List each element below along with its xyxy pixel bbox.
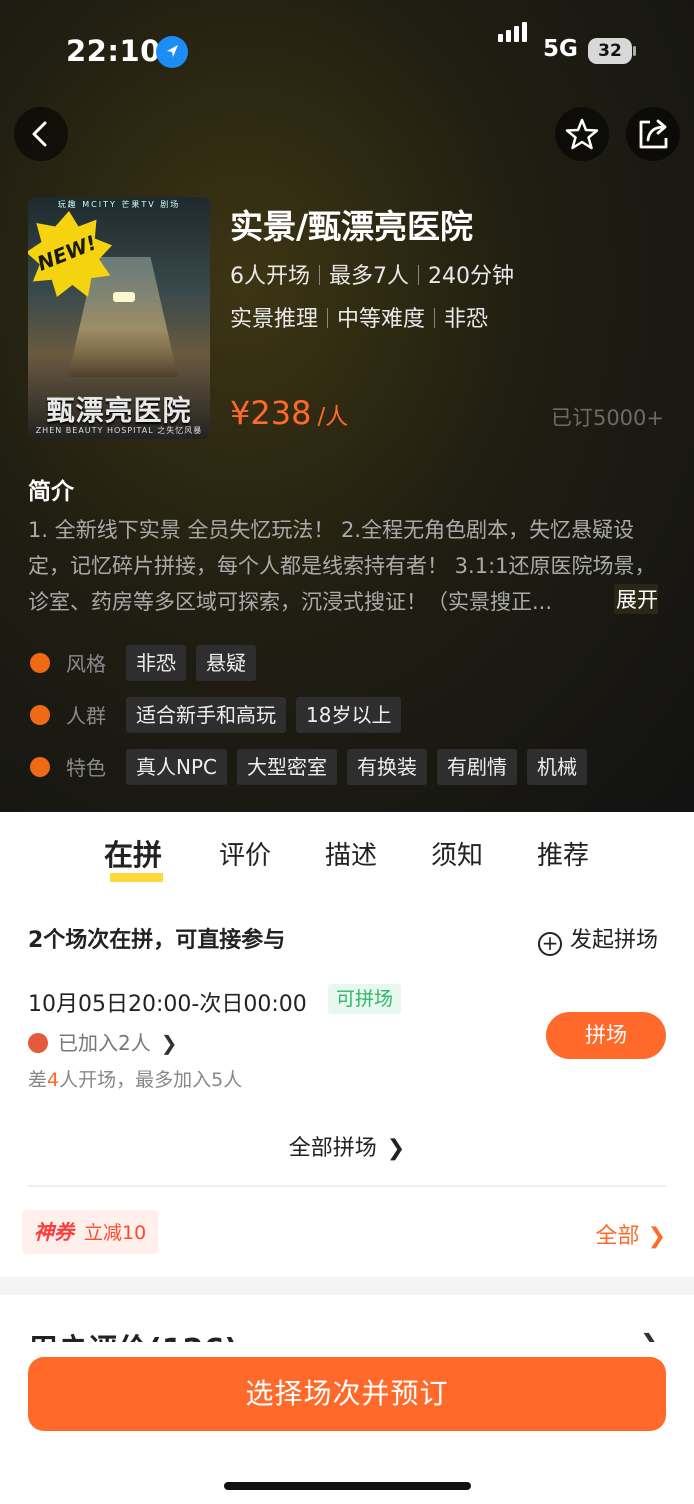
slot-time: 10月05日20:00-次日00:00 bbox=[28, 992, 307, 1017]
tag: 悬疑 bbox=[196, 645, 256, 681]
network-label: 5G bbox=[543, 36, 578, 62]
poster-brand: 玩趣 MCITY 芒果TV 剧场 bbox=[57, 200, 181, 209]
location-arrow-icon bbox=[156, 36, 188, 68]
tab-description[interactable]: 描述 bbox=[325, 835, 377, 872]
tag: 机械 bbox=[527, 749, 587, 785]
start-pin-label: 发起拼场 bbox=[570, 928, 659, 953]
favorite-button[interactable] bbox=[555, 107, 609, 161]
intro-text: 1. 全新线下实景 全员失忆玩法！ 2.全程无角色剧本，失忆悬疑设定，记忆碎片拼… bbox=[28, 518, 656, 614]
book-button[interactable]: 选择场次并预订 bbox=[28, 1357, 666, 1431]
all-pins-link[interactable]: 全部拼场 ❯ bbox=[0, 1130, 694, 1162]
tag: 真人NPC bbox=[126, 749, 227, 785]
tab-pin[interactable]: 在拼 bbox=[104, 832, 162, 874]
tag-row-label: 人群 bbox=[66, 704, 106, 728]
poster-title: 甄漂亮医院 bbox=[46, 394, 192, 427]
show-meta-row-2: 实景推理 中等难度 非恐 bbox=[230, 301, 488, 333]
back-arrow-icon bbox=[32, 121, 47, 147]
show-meta-row-1: 6人开场 最多7人 240分钟 bbox=[230, 258, 514, 290]
meta-genre: 实景推理 bbox=[230, 307, 319, 332]
need-count: 4 bbox=[47, 1069, 60, 1091]
plus-circle-icon: + bbox=[538, 932, 562, 956]
battery-cap bbox=[633, 46, 636, 56]
show-poster[interactable]: 玩趣 MCITY 芒果TV 剧场 NEW! 甄漂亮医院 ZHEN BEAUTY … bbox=[28, 197, 210, 439]
divider bbox=[28, 1185, 666, 1187]
share-icon bbox=[639, 119, 668, 149]
home-indicator[interactable] bbox=[224, 1482, 471, 1490]
meta-fear-level: 非恐 bbox=[444, 307, 489, 332]
coupon-all-label: 全部 bbox=[595, 1224, 640, 1249]
tab-reviews[interactable]: 评价 bbox=[219, 835, 271, 872]
joined-members-link[interactable]: 已加入2人 ❯ bbox=[28, 1027, 178, 1056]
coupon-badge[interactable]: 神券 立减10 bbox=[22, 1210, 159, 1254]
active-tab-indicator bbox=[110, 873, 163, 882]
status-bar: 22:10 5G 32 bbox=[0, 22, 694, 74]
tag: 18岁以上 bbox=[296, 697, 402, 733]
chevron-right-icon: ❯ bbox=[160, 1031, 178, 1055]
poster-light bbox=[113, 292, 135, 302]
need-suffix: 人开场，最多加入5人 bbox=[59, 1069, 243, 1091]
joined-count: 已加入2人 bbox=[58, 1031, 151, 1055]
tag: 有换装 bbox=[347, 749, 427, 785]
show-title: 实景/甄漂亮医院 bbox=[230, 207, 474, 246]
price: ¥238/人 bbox=[230, 394, 348, 432]
need-prefix: 差 bbox=[28, 1069, 48, 1091]
style-icon bbox=[30, 653, 50, 673]
coupon-text: 立减10 bbox=[84, 1222, 147, 1244]
tag: 非恐 bbox=[126, 645, 186, 681]
meta-duration: 240分钟 bbox=[428, 264, 514, 289]
tag-row-label: 风格 bbox=[66, 652, 106, 676]
start-pin-button[interactable]: + 发起拼场 bbox=[538, 922, 658, 956]
tab-recommend[interactable]: 推荐 bbox=[537, 835, 589, 872]
tab-bar: 在拼 评价 描述 须知 推荐 bbox=[0, 832, 694, 892]
chevron-right-icon: ❯ bbox=[647, 1224, 666, 1249]
slot-status-badge: 可拼场 bbox=[328, 984, 402, 1014]
tag: 大型密室 bbox=[237, 749, 337, 785]
meta-difficulty: 中等难度 bbox=[337, 307, 426, 332]
all-pins-label: 全部拼场 bbox=[288, 1136, 377, 1161]
status-time: 22:10 bbox=[66, 34, 161, 68]
expand-intro-link[interactable]: 展开 bbox=[614, 584, 658, 614]
meta-max-players: 最多7人 bbox=[329, 264, 409, 289]
intro-heading: 简介 bbox=[28, 479, 74, 505]
join-pin-button[interactable]: 拼场 bbox=[546, 1012, 666, 1059]
avatar bbox=[28, 1033, 48, 1053]
tab-notice[interactable]: 须知 bbox=[431, 835, 483, 872]
poster-subtitle: ZHEN BEAUTY HOSPITAL 之失忆风暴 bbox=[35, 426, 203, 435]
bottom-bar: 选择场次并预订 bbox=[0, 1342, 694, 1504]
content-panel: 在拼 评价 描述 须知 推荐 2个场次在拼，可直接参与 + 发起拼场 10月05日… bbox=[0, 812, 694, 1277]
tag-row-label: 特色 bbox=[66, 756, 106, 780]
chevron-right-icon: ❯ bbox=[386, 1136, 406, 1161]
coupon-all-link[interactable]: 全部 ❯ bbox=[596, 1218, 666, 1250]
price-unit: /人 bbox=[317, 404, 349, 430]
meta-players: 6人开场 bbox=[230, 264, 310, 289]
price-value: ¥238 bbox=[230, 394, 312, 432]
person-icon bbox=[30, 705, 50, 725]
booked-count: 已订5000+ bbox=[550, 406, 664, 430]
star-icon bbox=[565, 118, 599, 150]
back-button[interactable] bbox=[14, 107, 68, 161]
pin-section-heading: 2个场次在拼，可直接参与 bbox=[28, 928, 286, 953]
tag: 有剧情 bbox=[437, 749, 517, 785]
players-needed: 差4人开场，最多加入5人 bbox=[28, 1065, 242, 1092]
share-button[interactable] bbox=[626, 107, 680, 161]
tag: 适合新手和高玩 bbox=[126, 697, 286, 733]
coupon-tag: 神券 bbox=[34, 1220, 74, 1244]
battery-icon: 32 bbox=[588, 38, 632, 64]
location-pin-icon bbox=[30, 757, 50, 777]
header-section: 22:10 5G 32 玩趣 MCITY 芒果TV 剧场 NEW! 甄漂亮医院 … bbox=[0, 0, 694, 812]
